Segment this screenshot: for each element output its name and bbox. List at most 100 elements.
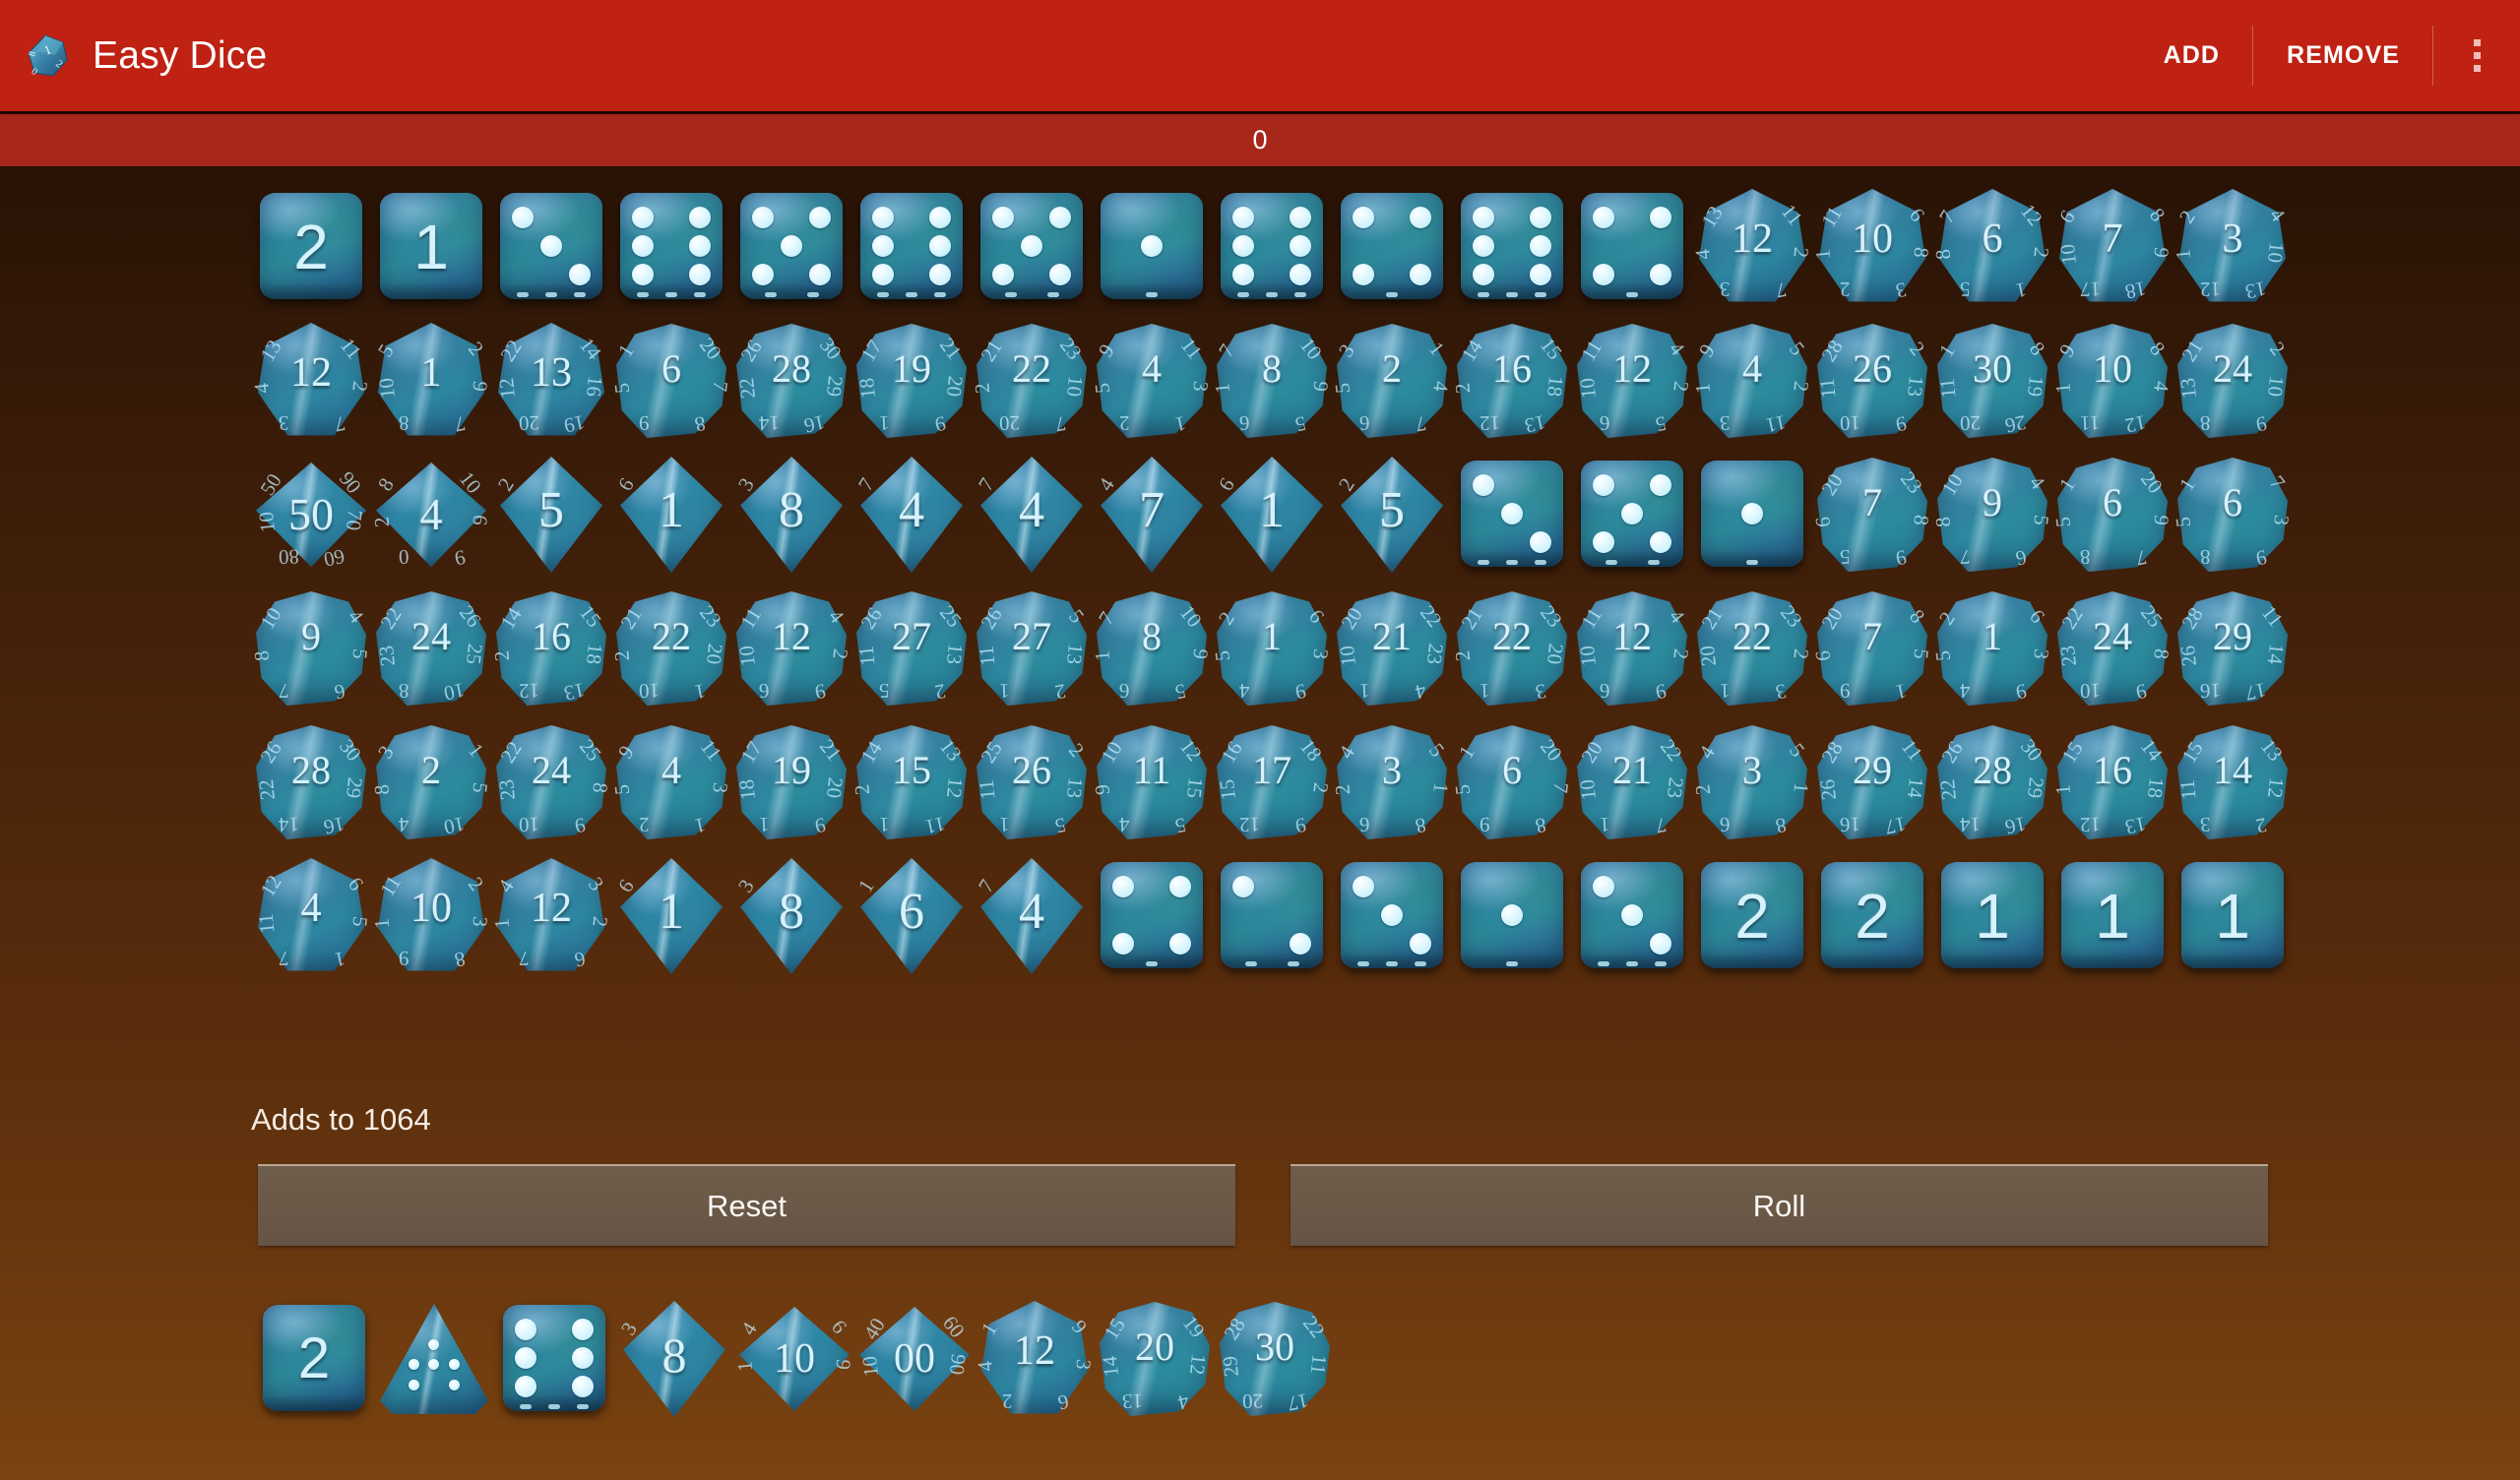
die-d30[interactable]: 28 11 26 14 16 17 29 <box>1812 722 1932 842</box>
die-d2[interactable]: 1 <box>2052 856 2173 976</box>
die-d20[interactable]: 15 13 11 12 3 2 14 <box>2173 722 2293 842</box>
die-d2[interactable]: 2 <box>1692 856 1812 976</box>
die-d20[interactable]: 11 4 10 2 6 9 12 <box>1572 588 1693 709</box>
die-d6[interactable] <box>1212 187 1332 307</box>
die-d8[interactable]: 74 <box>972 455 1092 575</box>
die-d30[interactable]: 26 25 11 13 5 2 27 <box>851 588 972 709</box>
die-d30[interactable]: 22 25 23 8 10 9 24 <box>491 722 612 842</box>
die-d30[interactable]: 26 5 11 13 1 2 27 <box>972 588 1092 709</box>
die-d12[interactable]: 7 12 8 2 5 1 6 <box>1930 187 2053 307</box>
dice-type-option-d2[interactable]: 2 <box>254 1299 374 1419</box>
die-d20[interactable]: 1 20 5 9 8 7 6 <box>2050 455 2174 575</box>
die-d6[interactable] <box>1452 187 1572 307</box>
die-d20[interactable]: 9 8 1 4 11 12 10 <box>2050 321 2174 441</box>
die-d30[interactable]: 9 5 1 2 3 11 4 <box>1690 321 1813 441</box>
die-d6[interactable] <box>851 187 972 307</box>
dice-type-option-d20[interactable]: 15 19 14 12 13 4 20 <box>1095 1299 1215 1419</box>
die-d8[interactable]: 74 <box>851 455 972 575</box>
die-d20[interactable]: 14 13 2 12 1 11 15 <box>850 722 972 842</box>
die-d20[interactable]: 16 18 15 2 12 9 17 <box>1212 722 1333 842</box>
die-d12[interactable]: 2 4 1 10 12 13 3 <box>2171 187 2293 307</box>
die-d20[interactable]: 3154672 <box>1330 321 1453 441</box>
die-d6[interactable] <box>1092 856 1212 976</box>
die-d12[interactable]: 4 3 1 2 7 6 12 <box>489 856 612 976</box>
die-d100[interactable]: 50 90 10 70 80 60 50 <box>251 455 371 575</box>
die-d2[interactable]: 1 <box>2173 856 2293 976</box>
die-d20[interactable]: 17 21 18 20 1 9 19 <box>851 321 972 441</box>
die-d30[interactable]: 28 2 11 13 10 9 26 <box>1812 321 1932 441</box>
die-d20[interactable]: 2653491 <box>1930 588 2053 709</box>
dice-type-option-d30[interactable]: 28 22 29 11 20 17 30 <box>1215 1299 1335 1419</box>
die-d2[interactable]: 1 <box>371 187 491 307</box>
die-d6[interactable] <box>1452 455 1572 575</box>
die-d8[interactable]: 74 <box>972 856 1092 976</box>
die-d8[interactable]: 61 <box>611 856 731 976</box>
die-d20[interactable]: 22 14 12 16 20 19 13 <box>491 321 611 441</box>
die-d30[interactable]: 25 2 11 13 1 5 26 <box>972 722 1092 842</box>
die-d30[interactable]: 21 23 20 2 1 3 22 <box>1692 588 1813 709</box>
more-vert-icon[interactable] <box>2433 0 2520 111</box>
die-d8[interactable]: 61 <box>1212 455 1332 575</box>
die-d8[interactable]: 25 <box>1332 455 1452 575</box>
die-d30[interactable]: 22 25 23 8 10 9 24 <box>2052 588 2174 709</box>
die-d20[interactable]: 15 14 1 18 12 13 16 <box>2050 722 2173 842</box>
dice-type-option-d6[interactable] <box>494 1299 614 1419</box>
dice-type-option-d4[interactable] <box>374 1299 494 1419</box>
die-d6[interactable] <box>611 187 731 307</box>
die-d20[interactable]: 14 15 2 18 12 13 16 <box>489 588 611 709</box>
add-button[interactable]: ADD <box>2130 0 2254 111</box>
die-d20[interactable]: 20 8 6 5 9 1 7 <box>1810 588 1933 709</box>
die-d12[interactable]: 11 6 1 8 2 3 10 <box>1810 187 1933 307</box>
die-d30[interactable]: 28 11 26 14 16 17 29 <box>2173 588 2293 709</box>
die-d20[interactable]: 1753896 <box>2171 455 2294 575</box>
die-d20[interactable]: 1 20 5 7 9 8 6 <box>609 321 732 441</box>
die-d6[interactable] <box>1332 856 1452 976</box>
die-d20[interactable]: 10 4 8 5 7 6 9 <box>249 588 372 709</box>
die-d2[interactable]: 1 <box>1932 856 2052 976</box>
die-d12[interactable]: 11 2 1 3 9 8 10 <box>369 856 492 976</box>
die-d30[interactable]: 21 2 13 10 8 9 24 <box>2173 321 2293 441</box>
dice-type-option-d12[interactable]: 1 9 4 3 2 6 12 <box>973 1299 1096 1419</box>
die-d12[interactable]: 6 8 10 9 17 18 7 <box>2052 187 2174 307</box>
die-d20[interactable]: 9 11 5 3 2 1 4 <box>1090 321 1213 441</box>
die-d20[interactable]: 11 4 10 2 6 5 12 <box>1572 321 1693 441</box>
die-d30[interactable]: 22 26 23 25 8 10 24 <box>371 588 491 709</box>
die-d20[interactable]: 20 23 6 8 5 9 7 <box>1810 455 1933 575</box>
die-d20[interactable]: 9 11 5 3 2 1 4 <box>609 722 732 842</box>
die-d8[interactable]: 61 <box>611 455 731 575</box>
dice-type-option-d8[interactable]: 38 <box>614 1299 734 1419</box>
die-d12[interactable]: 13 11 4 2 3 7 12 <box>1690 187 1813 307</box>
die-d6[interactable] <box>1572 856 1692 976</box>
die-d6[interactable] <box>731 187 851 307</box>
die-d6[interactable] <box>972 187 1092 307</box>
die-d6[interactable] <box>1572 455 1692 575</box>
die-d10[interactable]: 8 10 2 6 0 9 4 <box>369 455 492 575</box>
die-d20[interactable]: 7 10 1 9 6 5 8 <box>1090 588 1213 709</box>
die-d6[interactable] <box>1452 856 1572 976</box>
die-d8[interactable]: 38 <box>731 455 851 575</box>
die-d30[interactable]: 21 23 2 20 1 3 22 <box>1450 588 1572 709</box>
dice-type-option-d100[interactable]: 40 60 10 90 00 <box>854 1299 975 1419</box>
die-d20[interactable]: 7 10 1 9 6 5 8 <box>1210 321 1333 441</box>
die-d12[interactable]: 12 6 11 5 7 1 4 <box>251 856 372 976</box>
die-d20[interactable]: 5 2 10 9 8 7 1 <box>371 321 492 441</box>
die-d20[interactable]: 1 20 5 7 9 8 6 <box>1450 722 1573 842</box>
die-d20[interactable]: 4521683 <box>1330 722 1453 842</box>
remove-button[interactable]: REMOVE <box>2253 0 2433 111</box>
die-d30[interactable]: 26 30 22 29 14 16 28 <box>251 722 371 842</box>
die-d2[interactable]: 2 <box>251 187 371 307</box>
die-d20[interactable]: 11 4 10 2 6 9 12 <box>731 588 852 709</box>
die-d30[interactable]: 21 23 2 20 10 1 22 <box>609 588 731 709</box>
die-d8[interactable]: 47 <box>1092 455 1212 575</box>
die-d30[interactable]: 26 30 22 29 14 16 28 <box>1932 722 2052 842</box>
die-d30[interactable]: 26 30 22 29 14 16 28 <box>731 321 851 441</box>
die-d20[interactable]: 13 11 4 2 3 7 12 <box>249 321 372 441</box>
die-d6[interactable] <box>491 187 611 307</box>
die-d30[interactable]: 1 8 11 19 20 26 30 <box>1932 321 2052 441</box>
dice-type-option-d10[interactable]: 4 6 1 9 10 <box>732 1299 855 1419</box>
die-d20[interactable]: 17 21 18 20 1 9 19 <box>731 722 851 842</box>
die-d6[interactable] <box>1692 455 1812 575</box>
die-d20[interactable]: 10 12 9 15 4 5 11 <box>1090 722 1212 842</box>
die-d8[interactable]: 25 <box>491 455 611 575</box>
die-d20[interactable]: 3 1 8 5 4 10 2 <box>369 722 492 842</box>
